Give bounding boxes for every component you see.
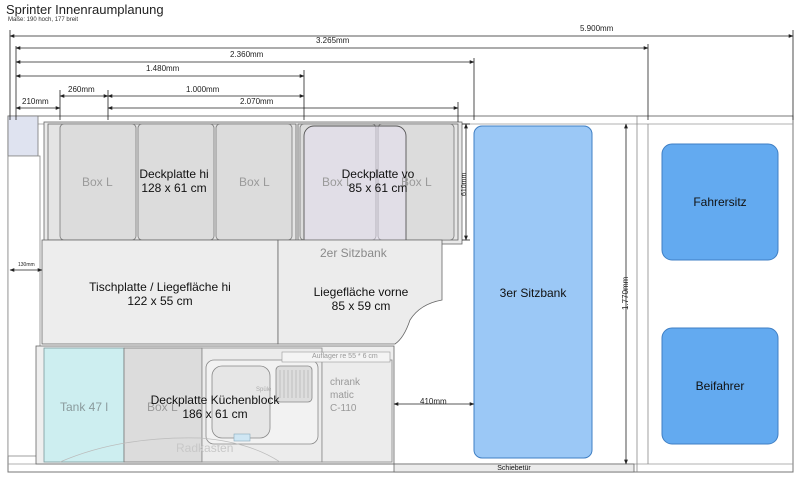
rear-door-top (7, 115, 39, 157)
kuehlschrank-label: chrank matic C-110 (330, 376, 360, 415)
dim-210: 210mm (22, 97, 49, 106)
deckplatte-hi-title: Deckplatte hi (139, 167, 209, 181)
kuehlschrank-line-3: C-110 (330, 403, 357, 414)
deckplatte-vo-label: Deckplatte vo 85 x 61 cm (332, 167, 424, 195)
schiebetuer-label: Schiebetür (497, 465, 531, 472)
rear-wall (7, 155, 41, 457)
radkasten-label: Radkasten (176, 441, 234, 455)
dim-260: 260mm (68, 85, 95, 94)
liegeflaeche-vorne-label: Liegefläche vorne 85 x 59 cm (306, 285, 416, 313)
tischplatte-title: Tischplatte / Liegefläche hi (89, 280, 231, 294)
kuechen-label: Deckplatte Küchenblock 186 x 61 cm (142, 393, 288, 421)
box-label-1: Box L (82, 175, 113, 189)
kuehlschrank-line-2: matic (330, 390, 354, 401)
deckplatte-hi-label: Deckplatte hi 128 x 61 cm (128, 167, 220, 195)
dim-5900: 5.900mm (580, 24, 614, 33)
tischplatte-size: 122 x 55 cm (127, 294, 193, 308)
tischplatte-label: Tischplatte / Liegefläche hi 122 x 55 cm (80, 280, 240, 308)
dim-130: 130mm (18, 262, 35, 268)
deckplatte-vo-size: 85 x 61 cm (348, 181, 408, 195)
kuechen-title: Deckplatte Küchenblock (150, 393, 280, 407)
deckplatte-hi-size: 128 x 61 cm (141, 181, 207, 195)
liegeflaeche-vorne-title: Liegefläche vorne (313, 285, 409, 299)
dim-1000: 1.000mm (186, 85, 220, 94)
tank-label: Tank 47 l (60, 400, 109, 414)
kuechen-size: 186 x 61 cm (182, 407, 248, 421)
dim-610: 610mm (461, 172, 468, 196)
dim-2070: 2.070mm (240, 97, 274, 106)
beifahrer-label: Beifahrer (695, 379, 745, 393)
dim-410: 410mm (420, 397, 447, 406)
tap (233, 433, 251, 442)
spule-label: Spüle (256, 387, 272, 393)
dim-2360: 2.360mm (230, 50, 264, 59)
floor-plan-drawing: 5.900mm 3.265mm 2.360mm 1.480mm 210mm 26… (7, 24, 794, 473)
dim-1480: 1.480mm (146, 64, 180, 73)
sitzbank-2er-label: 2er Sitzbank (320, 246, 387, 260)
fahrersitz-label: Fahrersitz (693, 195, 747, 209)
dim-1770: 1.770mm (621, 276, 630, 310)
kuehlschrank-line-1: chrank (330, 377, 361, 388)
dim-3265: 3.265mm (316, 36, 350, 45)
deckplatte-vo-title: Deckplatte vo (341, 167, 415, 181)
box-label-3: Box L (239, 175, 270, 189)
sitzbank-3er-label: 3er Sitzbank (499, 286, 567, 300)
liegeflaeche-vorne-size: 85 x 59 cm (331, 299, 391, 313)
auflager-label: Auflager re 55 * 6 cm (312, 353, 378, 360)
